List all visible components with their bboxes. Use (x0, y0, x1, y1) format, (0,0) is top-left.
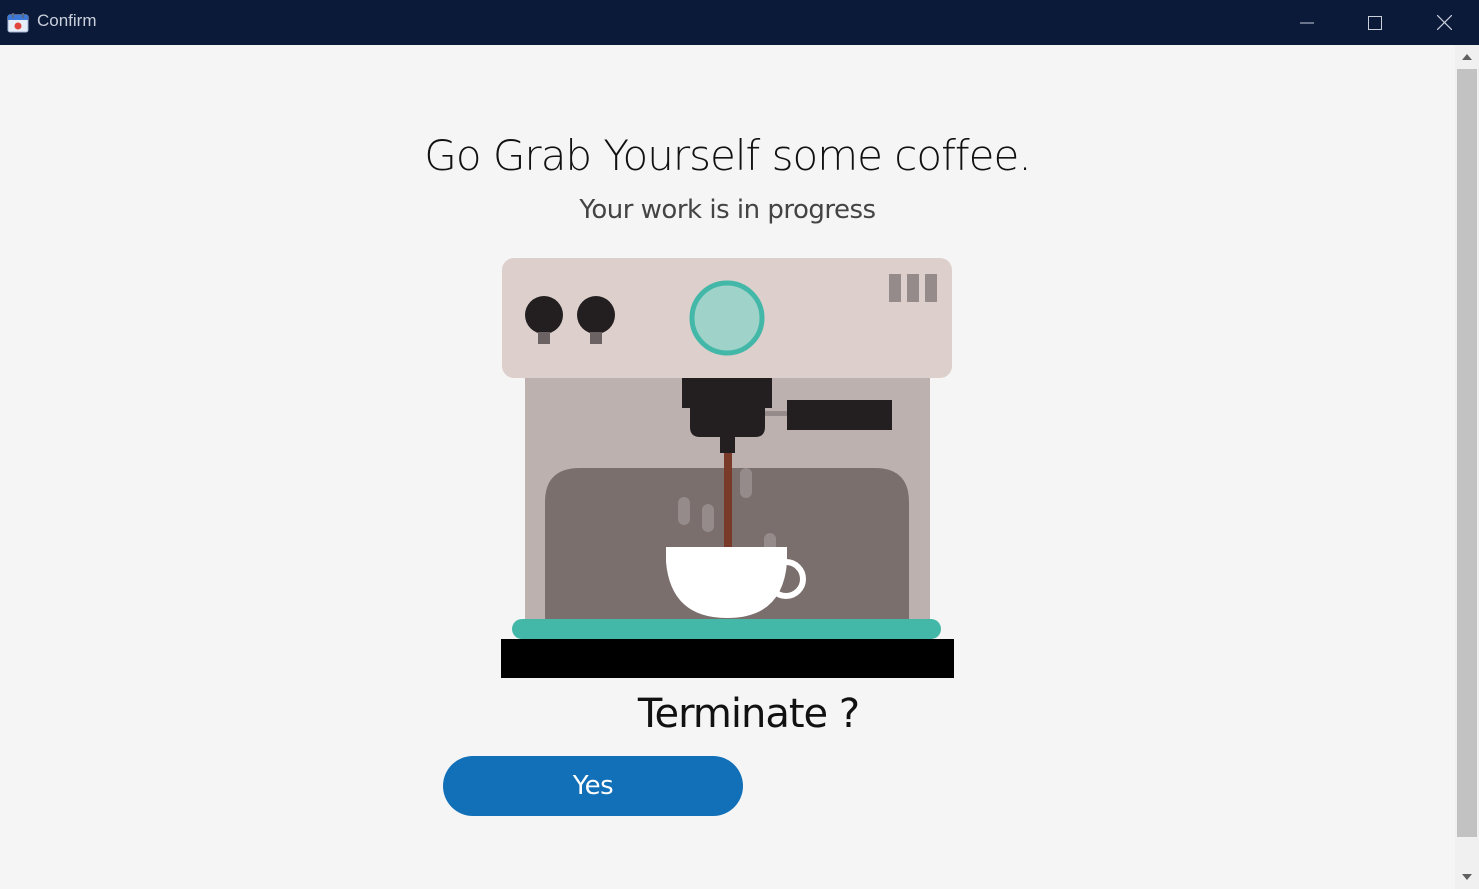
scroll-up-button[interactable] (1455, 45, 1479, 69)
steam-2 (702, 504, 714, 532)
scroll-down-button[interactable] (1455, 865, 1479, 889)
right-knob (577, 296, 615, 334)
title-bar: Confirm (0, 0, 1479, 45)
dialog-content: Go Grab Yourself some coffee. Your work … (0, 45, 1455, 889)
minimize-button[interactable] (1273, 0, 1341, 45)
left-knob (525, 296, 563, 334)
app-calendar-icon (7, 13, 29, 33)
confirm-window: Confirm Go Grab Yourself some coffee. Yo… (0, 0, 1479, 889)
progress-subheading: Your work is in progress (579, 195, 876, 225)
vent-2 (907, 274, 919, 302)
coffee-stream (724, 453, 732, 547)
close-button[interactable] (1410, 0, 1478, 45)
steam-1 (678, 497, 690, 525)
steam-3 (740, 468, 752, 498)
right-knob-stem (590, 332, 602, 344)
minimize-icon (1300, 22, 1314, 23)
page-heading: Go Grab Yourself some coffee. (424, 131, 1031, 180)
machine-base (501, 639, 954, 678)
chevron-up-icon (1462, 54, 1472, 60)
handle-connector (765, 411, 790, 416)
yes-button[interactable]: Yes (443, 756, 743, 816)
window-title: Confirm (37, 11, 97, 30)
left-knob-stem (538, 332, 550, 344)
vent-3 (925, 274, 937, 302)
drip-tray (512, 619, 941, 639)
portafilter-handle (787, 400, 892, 430)
chevron-down-icon (1462, 874, 1472, 880)
pressure-gauge (689, 280, 765, 356)
terminate-question: Terminate ? (637, 691, 860, 737)
portafilter (690, 408, 765, 437)
close-icon (1436, 15, 1452, 30)
vent-1 (889, 274, 901, 302)
vertical-scrollbar[interactable] (1455, 45, 1479, 889)
maximize-icon (1368, 15, 1382, 30)
scroll-thumb[interactable] (1457, 69, 1477, 837)
coffee-machine-illustration (501, 258, 954, 678)
spout (720, 437, 735, 453)
maximize-button[interactable] (1341, 0, 1409, 45)
group-head (682, 378, 772, 408)
